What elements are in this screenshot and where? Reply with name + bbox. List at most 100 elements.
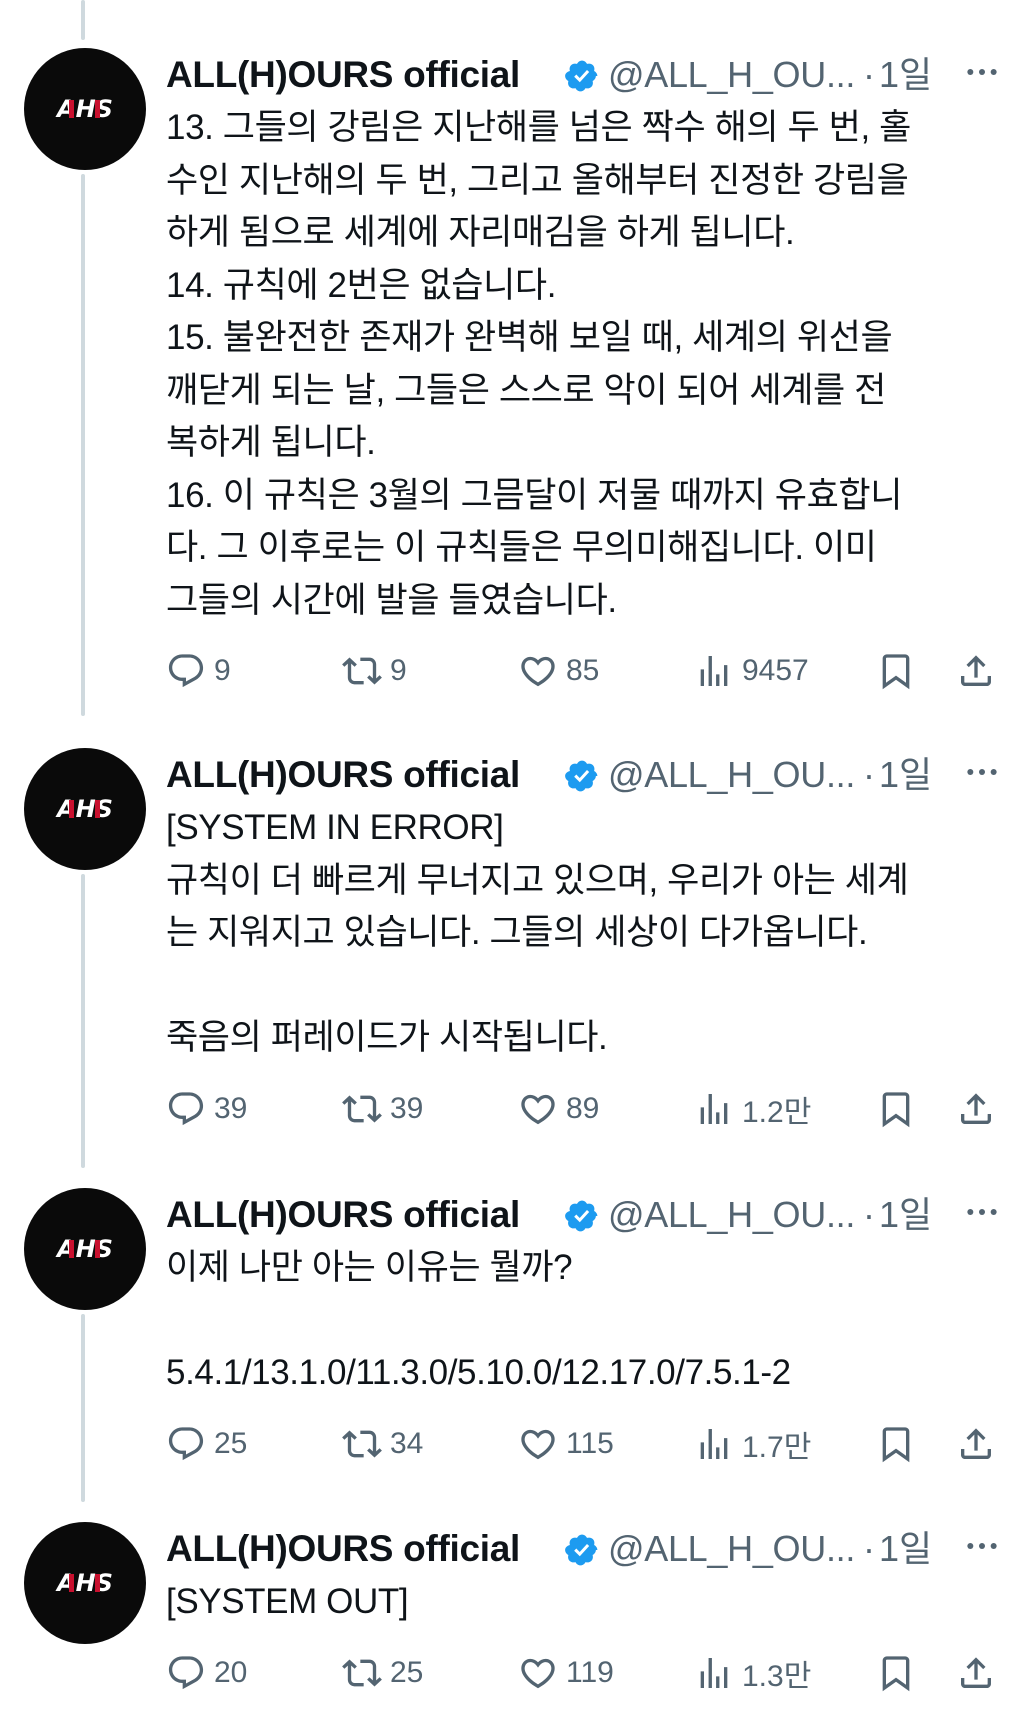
reply-count: 9 (214, 654, 231, 687)
retweet-icon (342, 1429, 382, 1458)
verified-badge-icon (565, 1200, 598, 1232)
avatar-text: AHS (55, 1235, 113, 1263)
more-options-icon[interactable] (962, 52, 1002, 92)
separator-dot: · (863, 1528, 875, 1569)
tweet-text: 13. 그들의 강림은 지난해를 넘은 짝수 해의 두 번, 홀 수인 지난해의… (166, 108, 911, 620)
reply-count: 20 (214, 1655, 248, 1689)
like-icon (521, 1658, 555, 1688)
more-options-icon[interactable] (962, 1526, 1002, 1566)
timestamp[interactable]: 1일 (879, 1522, 932, 1576)
like-icon (521, 1094, 555, 1124)
reply-icon (168, 1091, 204, 1125)
tweet-actions: 39 39 89 1.2만 (166, 1079, 996, 1139)
views-count: 9457 (742, 654, 809, 687)
retweet-count: 39 (390, 1091, 424, 1125)
retweet-icon (342, 657, 382, 685)
tweet-header: ALL(H)OURS official @ALL_H_OU... · 1일 (166, 48, 997, 102)
views-count: 1.7만 (742, 1430, 812, 1464)
separator-dot: · (863, 1194, 875, 1235)
avatar[interactable]: AHS (24, 1188, 146, 1310)
avatar-text: AHS (55, 795, 113, 823)
views-button[interactable]: 1.3만 (694, 1643, 811, 1703)
display-name[interactable]: ALL(H)OURS official (166, 1522, 520, 1576)
user-handle[interactable]: @ALL_H_OU... (608, 1188, 855, 1242)
avatar-text: AHS (55, 1569, 113, 1597)
retweet-button[interactable]: 34 (342, 1414, 423, 1474)
like-count: 119 (566, 1655, 614, 1689)
share-icon[interactable] (956, 1424, 996, 1464)
like-icon (521, 656, 555, 687)
views-count: 1.2만 (742, 1095, 812, 1129)
views-icon (700, 1657, 728, 1688)
reply-count: 39 (214, 1091, 248, 1125)
reply-count: 25 (214, 1426, 248, 1460)
tweet-actions: 25 34 115 1.7만 (166, 1414, 996, 1474)
reply-button[interactable]: 9 (166, 641, 231, 701)
tweet-actions: 9 9 85 9457 (166, 641, 996, 701)
bookmark-icon[interactable] (876, 1089, 916, 1129)
like-count: 89 (566, 1091, 600, 1125)
share-icon[interactable] (956, 651, 996, 691)
user-handle[interactable]: @ALL_H_OU... (608, 1522, 855, 1576)
reply-button[interactable]: 20 (166, 1643, 247, 1703)
like-button[interactable]: 85 (518, 641, 599, 701)
avatar-text: AHS (55, 95, 113, 123)
timestamp[interactable]: 1일 (879, 748, 932, 802)
share-icon[interactable] (956, 1653, 996, 1693)
thread-line (81, 174, 85, 716)
separator-dot: · (863, 54, 875, 95)
verified-badge-icon (565, 760, 598, 792)
like-button[interactable]: 115 (518, 1414, 614, 1474)
like-button[interactable]: 119 (518, 1643, 614, 1703)
reply-icon (168, 1655, 204, 1689)
display-name[interactable]: ALL(H)OURS official (166, 1188, 520, 1242)
like-button[interactable]: 89 (518, 1079, 599, 1139)
reply-button[interactable]: 39 (166, 1079, 247, 1139)
avatar[interactable]: AHS (24, 748, 146, 870)
retweet-button[interactable]: 39 (342, 1079, 423, 1139)
more-options-icon[interactable] (962, 1192, 1002, 1232)
avatar[interactable]: AHS (24, 48, 146, 170)
views-button[interactable]: 1.7만 (694, 1414, 811, 1474)
views-icon (700, 1428, 728, 1459)
verified-badge-icon (565, 60, 598, 92)
timestamp[interactable]: 1일 (879, 1188, 932, 1242)
verified-badge-icon (565, 1534, 598, 1566)
avatar-logo-icon: AHS (55, 795, 113, 823)
views-button[interactable]: 9457 (694, 641, 809, 701)
timestamp[interactable]: 1일 (879, 48, 932, 102)
tweet-text: [SYSTEM IN ERROR] 규칙이 더 빠르게 무너지고 있으며, 우리… (166, 808, 909, 1057)
display-name[interactable]: ALL(H)OURS official (166, 48, 520, 102)
views-icon (700, 656, 728, 686)
tweet-header: ALL(H)OURS official @ALL_H_OU... · 1일 (166, 748, 997, 802)
tweet-header: ALL(H)OURS official @ALL_H_OU... · 1일 (166, 1188, 997, 1242)
like-count: 115 (566, 1426, 614, 1460)
like-count: 85 (566, 654, 600, 687)
display-name[interactable]: ALL(H)OURS official (166, 748, 520, 802)
separator-dot: · (863, 754, 875, 795)
avatar-logo-icon: AHS (55, 1235, 113, 1263)
thread-line (81, 874, 85, 1168)
retweet-count: 34 (390, 1426, 424, 1460)
share-icon[interactable] (956, 1089, 996, 1129)
retweet-button[interactable]: 9 (342, 641, 407, 701)
thread-line (81, 1314, 85, 1502)
avatar[interactable]: AHS (24, 1522, 146, 1644)
views-icon (700, 1093, 728, 1124)
tweet-header: ALL(H)OURS official @ALL_H_OU... · 1일 (166, 1522, 997, 1576)
bookmark-icon[interactable] (876, 1653, 916, 1693)
bookmark-icon[interactable] (876, 651, 916, 691)
more-options-icon[interactable] (962, 752, 1002, 792)
reply-icon (168, 654, 204, 688)
retweet-button[interactable]: 25 (342, 1643, 423, 1703)
reply-button[interactable]: 25 (166, 1414, 247, 1474)
thread-line (81, 0, 85, 40)
tweet-actions: 20 25 119 1.3만 (166, 1643, 996, 1703)
retweet-icon (342, 1658, 382, 1687)
user-handle[interactable]: @ALL_H_OU... (608, 48, 855, 102)
bookmark-icon[interactable] (876, 1424, 916, 1464)
views-button[interactable]: 1.2만 (694, 1079, 811, 1139)
user-handle[interactable]: @ALL_H_OU... (608, 748, 855, 802)
reply-icon (168, 1426, 204, 1460)
retweet-count: 9 (390, 654, 407, 687)
